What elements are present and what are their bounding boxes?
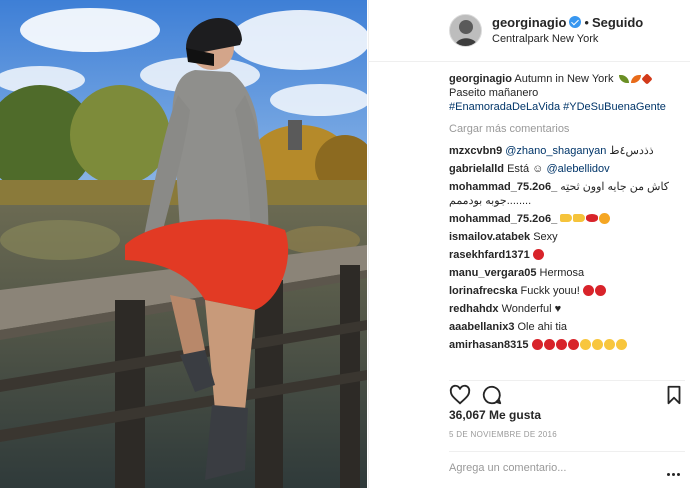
comment-item: lorinafrecska Fuckk youu! <box>449 284 685 298</box>
location-link[interactable]: Centralpark New York <box>492 32 598 46</box>
comment-username[interactable]: lorinafrecska <box>449 285 517 297</box>
heart-eyes-emoji-icon <box>555 339 567 350</box>
separator-dot: • <box>584 15 589 30</box>
comment-input[interactable] <box>449 458 659 478</box>
pointing-hand-emoji-icon <box>560 214 573 222</box>
photo-illustration <box>0 0 367 488</box>
laughing-emoji-icon <box>615 339 627 350</box>
comment-item: mohammad_75.2o6_ كاش من جايه اوون ثحتِه … <box>449 180 685 208</box>
comment-text: Sexy <box>533 231 558 243</box>
comment-item: mohammad_75.2o6_ <box>449 212 685 226</box>
laughing-emoji-icon <box>591 339 603 350</box>
post-photo[interactable] <box>0 0 367 488</box>
laughing-emoji-icon <box>603 339 615 350</box>
maple-leaf-icon <box>640 73 653 85</box>
comment-username[interactable]: mohammad_75.2o6_ <box>449 181 557 193</box>
heart-eyes-emoji-icon <box>567 339 579 350</box>
post-caption: georginagio Autumn in New York Paseito m… <box>449 72 685 114</box>
username-link[interactable]: georginagio <box>492 15 566 30</box>
comment-username[interactable]: mohammad_75.2o6_ <box>449 213 557 225</box>
comment-item: rasekhfard1371 <box>449 248 685 262</box>
load-more-comments-button[interactable]: Cargar más comentarios <box>449 122 685 136</box>
caption-username[interactable]: georginagio <box>449 73 512 85</box>
pointing-hand-emoji-icon <box>573 214 586 222</box>
caption-line2: Paseito mañanero <box>449 87 539 99</box>
likes-count[interactable]: 36,067 Me gusta <box>449 408 541 422</box>
comment-username[interactable]: aaabellanix3 <box>449 321 514 333</box>
heart-outline-icon[interactable] <box>449 384 471 406</box>
header-user-line: georginagio • Seguido <box>492 15 643 31</box>
comment-item: manu_vergara05 Hermosa <box>449 266 685 280</box>
comment-text: Hermosa <box>539 267 585 279</box>
comments-list[interactable]: georginagio Autumn in New York Paseito m… <box>449 72 685 372</box>
comment-text: Wonderful ♥ <box>501 303 562 315</box>
comment-item: gabrielalld Está ☺ @alebellidov <box>449 162 685 176</box>
leaf-icon <box>618 75 629 83</box>
caption-text: Autumn in New York <box>514 73 614 85</box>
comment-username[interactable]: gabrielalld <box>449 163 504 175</box>
comment-username[interactable]: mzxcvbn9 <box>449 145 502 157</box>
comment-item: amirhasan8315 <box>449 338 685 352</box>
angry-face-emoji-icon <box>582 285 594 296</box>
speech-bubble-icon[interactable] <box>481 384 503 406</box>
caption-hashtags[interactable]: #EnamoradaDeLaVida #YDeSuBuenaGente <box>449 101 666 113</box>
comment-item: ismailov.atabek Sexy <box>449 230 685 244</box>
avatar[interactable] <box>449 14 482 47</box>
post-panel: georginagio • Seguido Centralpark New York… <box>368 0 690 488</box>
bookmark-icon[interactable] <box>663 384 685 406</box>
comment-text: Ole ahi tia <box>517 321 568 333</box>
comment-text-line2: جوبه بودممم........ <box>449 195 532 207</box>
comment-item: mzxcvbn9 @zhano_shaganyan ذذدس٤ط <box>449 144 685 158</box>
post-actions <box>449 380 685 406</box>
comment-mention[interactable]: @alebellidov <box>546 163 609 175</box>
angry-face-emoji-icon <box>594 285 606 296</box>
add-comment-bar <box>449 451 685 488</box>
comment-text: ذذدس٤ط <box>609 145 654 157</box>
avatar-image <box>450 15 481 46</box>
lips-emoji-icon <box>586 214 599 222</box>
follow-status-button[interactable]: Seguido <box>592 15 643 30</box>
comment-username[interactable]: redhahdx <box>449 303 499 315</box>
comment-username[interactable]: rasekhfard1371 <box>449 249 530 261</box>
heart-eyes-emoji-icon <box>532 249 544 260</box>
comment-item: redhahdx Wonderful ♥ <box>449 302 685 316</box>
comment-username[interactable]: ismailov.atabek <box>449 231 530 243</box>
comment-username[interactable]: manu_vergara05 <box>449 267 536 279</box>
leaf-icon <box>630 75 641 83</box>
heart-eyes-emoji-icon <box>543 339 555 350</box>
comment-text: Está ☺ <box>507 163 544 175</box>
comment-item: aaabellanix3 Ole ahi tia <box>449 320 685 334</box>
post-header: georginagio • Seguido Centralpark New York <box>369 0 690 62</box>
laughing-emoji-icon <box>579 339 591 350</box>
comment-text: كاش من جايه اوون ثحتِه <box>560 181 670 193</box>
heart-eyes-emoji-icon <box>531 339 543 350</box>
verified-badge-icon <box>569 16 582 28</box>
comment-mention[interactable]: @zhano_shaganyan <box>505 145 606 157</box>
more-options-icon[interactable] <box>667 463 683 476</box>
ok-hand-emoji-icon <box>599 213 611 224</box>
comment-username[interactable]: amirhasan8315 <box>449 339 529 351</box>
comment-text: Fuckk youu! <box>520 285 580 297</box>
post-date[interactable]: 5 DE NOVIEMBRE DE 2016 <box>449 430 557 439</box>
